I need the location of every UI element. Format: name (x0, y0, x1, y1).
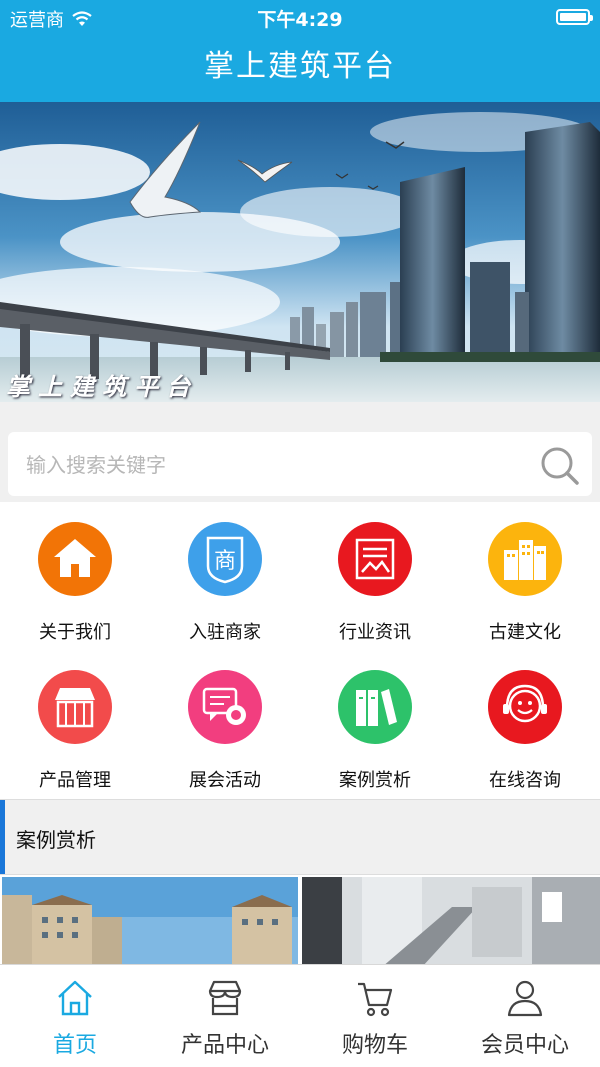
status-time: 下午4:29 (257, 9, 343, 31)
search-icon[interactable] (540, 446, 580, 486)
search-box[interactable] (8, 432, 592, 498)
case-thumbnail[interactable] (302, 877, 600, 967)
banner-caption: 掌上建筑平台 (6, 372, 198, 401)
tab-label: 购物车 (341, 1033, 408, 1058)
bottom-tab-bar: 首页 产品中心 购物车 会员中心 (0, 964, 600, 1067)
status-bar: 运营商 下午4:29 (0, 0, 600, 34)
tab-home[interactable]: 首页 (0, 965, 150, 1065)
tab-label: 会员中心 (480, 1033, 569, 1058)
merchant-badge-icon: 商 (188, 522, 262, 596)
menu-item-about[interactable]: 关于我们 (0, 502, 150, 650)
menu-label: 产品管理 (39, 770, 111, 791)
case-gallery (0, 875, 600, 967)
tab-cart[interactable]: 购物车 (300, 965, 450, 1065)
menu-item-products[interactable]: 产品管理 (0, 650, 150, 798)
home-icon (38, 522, 112, 596)
user-icon (507, 980, 543, 1017)
battery-icon (556, 9, 593, 25)
hero-banner[interactable]: 掌上建筑平台 (0, 102, 600, 402)
shop-icon (208, 980, 242, 1016)
tab-label: 首页 (52, 1033, 97, 1058)
news-icon (338, 522, 412, 596)
search-input[interactable] (24, 432, 528, 498)
tab-label: 产品中心 (180, 1033, 269, 1058)
section-accent-bar (0, 800, 5, 874)
menu-label: 关于我们 (39, 622, 111, 643)
menu-label: 案例赏析 (339, 770, 411, 791)
exhibition-chat-icon (188, 670, 262, 744)
home-outline-icon (58, 980, 92, 1016)
menu-item-exhibitions[interactable]: 展会活动 (150, 650, 300, 798)
storefront-icon (38, 670, 112, 744)
svg-text:商: 商 (214, 549, 236, 574)
section-title: 案例赏析 (16, 828, 96, 852)
cart-icon (358, 982, 393, 1017)
case-thumbnail[interactable] (2, 877, 298, 967)
menu-item-cases[interactable]: 案例赏析 (300, 650, 450, 798)
menu-item-consult[interactable]: 在线咨询 (450, 650, 600, 798)
app-title: 掌上建筑平台 (0, 34, 600, 102)
menu-item-merchants[interactable]: 商 入驻商家 (150, 502, 300, 650)
menu-label: 展会活动 (189, 770, 261, 791)
banner-image (0, 102, 600, 402)
feature-grid: 关于我们 商 入驻商家 行业资讯 古建文化 产品管理 展会活动 案例赏析 在线咨… (0, 502, 600, 798)
books-icon (338, 670, 412, 744)
menu-item-news[interactable]: 行业资讯 (300, 502, 450, 650)
menu-label: 行业资讯 (339, 622, 411, 643)
tab-products[interactable]: 产品中心 (150, 965, 300, 1065)
menu-item-culture[interactable]: 古建文化 (450, 502, 600, 650)
menu-label: 古建文化 (489, 622, 561, 643)
support-agent-icon (488, 670, 562, 744)
section-header: 案例赏析 (0, 799, 600, 875)
building-icon (488, 522, 562, 596)
menu-label: 入驻商家 (189, 622, 261, 643)
menu-label: 在线咨询 (489, 770, 561, 791)
search-area (0, 402, 600, 502)
tab-member[interactable]: 会员中心 (450, 965, 600, 1065)
